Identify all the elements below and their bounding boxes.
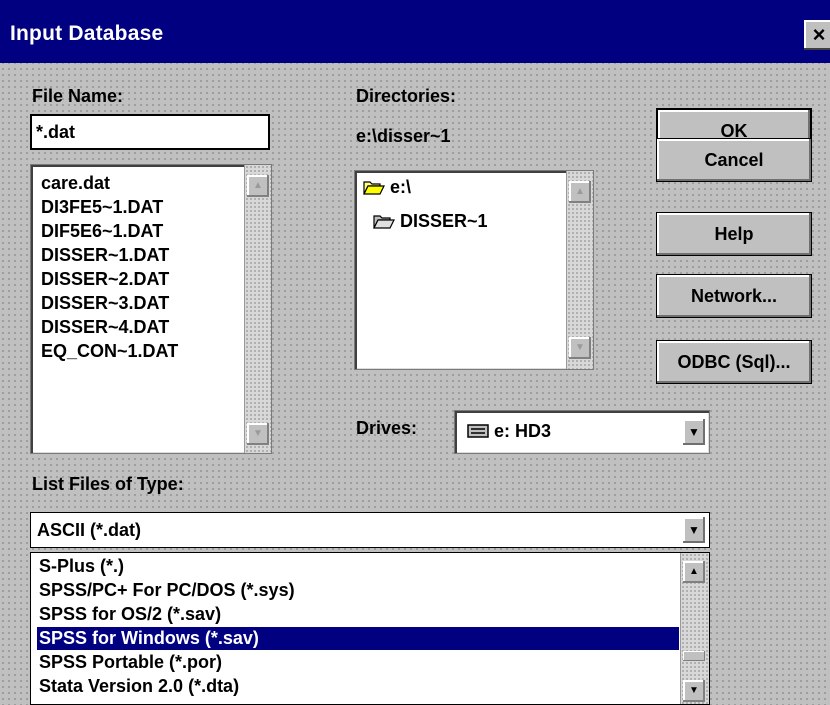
drive-icon [467,424,489,438]
file-type-option-label: S-Plus (*.) [39,556,125,576]
down-arrow-icon: ▼ [253,428,263,439]
open-folder-icon [363,181,385,195]
help-button[interactable]: Help [656,212,812,256]
directory-list[interactable]: e:\ DISSER~1 ▲ ▼ [354,170,594,370]
cancel-label: Cancel [704,150,764,170]
file-list-item[interactable]: EQ_CON~1.DAT [41,339,178,363]
window-title: Input Database [10,22,164,45]
scroll-up-button[interactable]: ▲ [247,175,269,197]
down-arrow-icon: ▼ [575,342,585,353]
input-database-dialog: Input Database × File Name: *.dat care.d… [0,0,830,705]
file-type-option[interactable]: SPSS for OS/2 (*.sav) [37,603,679,626]
up-arrow-icon: ▲ [689,566,699,577]
drives-label: Drives: [356,418,418,438]
file-type-option[interactable]: SPSS/PC+ For PC/DOS (*.sys) [37,579,679,602]
file-list-item[interactable]: care.dat [41,171,110,195]
file-type-option-label: SPSS for OS/2 (*.sav) [39,604,222,624]
file-type-dropdown-button[interactable]: ▼ [683,517,705,543]
file-type-scrollbar[interactable]: ▲ ▼ [680,553,709,704]
scroll-up-button[interactable]: ▲ [569,181,591,203]
chevron-down-icon: ▼ [688,523,700,537]
current-directory-path: e:\disser~1 [356,126,451,146]
directories-label: Directories: [356,86,457,106]
chevron-down-icon: ▼ [688,425,700,439]
cancel-button[interactable]: Cancel [656,138,812,182]
file-type-option[interactable]: S-Plus (*.) [37,555,679,578]
file-list-scrollbar[interactable]: ▲ ▼ [244,165,271,453]
file-list-item[interactable]: DISSER~3.DAT [41,291,169,315]
file-type-option-label: SPSS/PC+ For PC/DOS (*.sys) [39,580,295,600]
open-folder-icon [373,215,395,229]
up-arrow-icon: ▲ [575,186,585,197]
file-type-option-selected[interactable]: SPSS for Windows (*.sav) [37,627,679,650]
drives-selected: e: HD3 [467,421,551,442]
file-type-label: List Files of Type: [32,474,184,494]
network-label: Network... [690,286,778,306]
directory-item-disser[interactable]: DISSER~1 [373,211,488,232]
scroll-up-button[interactable]: ▲ [683,561,705,583]
file-list-item[interactable]: DISSER~4.DAT [41,315,169,339]
scroll-down-button[interactable]: ▼ [247,423,269,445]
file-type-option-label: Stata Version 2.0 (*.dta) [39,676,240,696]
file-list-item[interactable]: DIF5E6~1.DAT [41,219,163,243]
file-name-label: File Name: [32,86,124,106]
close-icon: × [812,22,826,47]
file-type-option-label: SPSS for Windows (*.sav) [39,628,259,648]
file-list-item[interactable]: DISSER~1.DAT [41,243,169,267]
file-name-input[interactable]: *.dat [30,114,270,150]
file-name-value: *.dat [36,122,76,142]
directory-item-label: DISSER~1 [400,211,488,231]
drives-value: e: HD3 [494,421,552,441]
close-button[interactable]: × [804,20,830,50]
file-type-option[interactable]: SPSS Portable (*.por) [37,651,679,674]
down-arrow-icon: ▼ [689,685,699,696]
drives-dropdown[interactable]: e: HD3 ▼ [454,410,710,454]
directory-item-label: e:\ [390,177,412,197]
title-bar: Input Database × [0,0,830,63]
file-type-dropdown[interactable]: ASCII (*.dat) ▼ [30,512,710,548]
file-type-options-list[interactable]: S-Plus (*.) SPSS/PC+ For PC/DOS (*.sys) … [30,552,710,705]
odbc-label: ODBC (Sql)... [677,352,791,372]
file-type-option-label: SPSS Portable (*.por) [39,652,223,672]
odbc-button[interactable]: ODBC (Sql)... [656,340,812,384]
help-label: Help [714,224,754,244]
directory-list-scrollbar[interactable]: ▲ ▼ [566,171,593,369]
file-list-item[interactable]: DI3FE5~1.DAT [41,195,163,219]
drives-dropdown-button[interactable]: ▼ [683,419,705,445]
directory-item-root[interactable]: e:\ [363,177,411,198]
file-type-value: ASCII (*.dat) [37,520,142,540]
file-list[interactable]: care.dat DI3FE5~1.DAT DIF5E6~1.DAT DISSE… [30,164,272,454]
up-arrow-icon: ▲ [253,180,263,191]
file-list-item[interactable]: DISSER~2.DAT [41,267,169,291]
scroll-thumb[interactable] [683,651,705,661]
scroll-down-button[interactable]: ▼ [683,680,705,702]
network-button[interactable]: Network... [656,274,812,318]
scroll-down-button[interactable]: ▼ [569,337,591,359]
file-type-option[interactable]: Stata Version 2.0 (*.dta) [37,675,679,698]
